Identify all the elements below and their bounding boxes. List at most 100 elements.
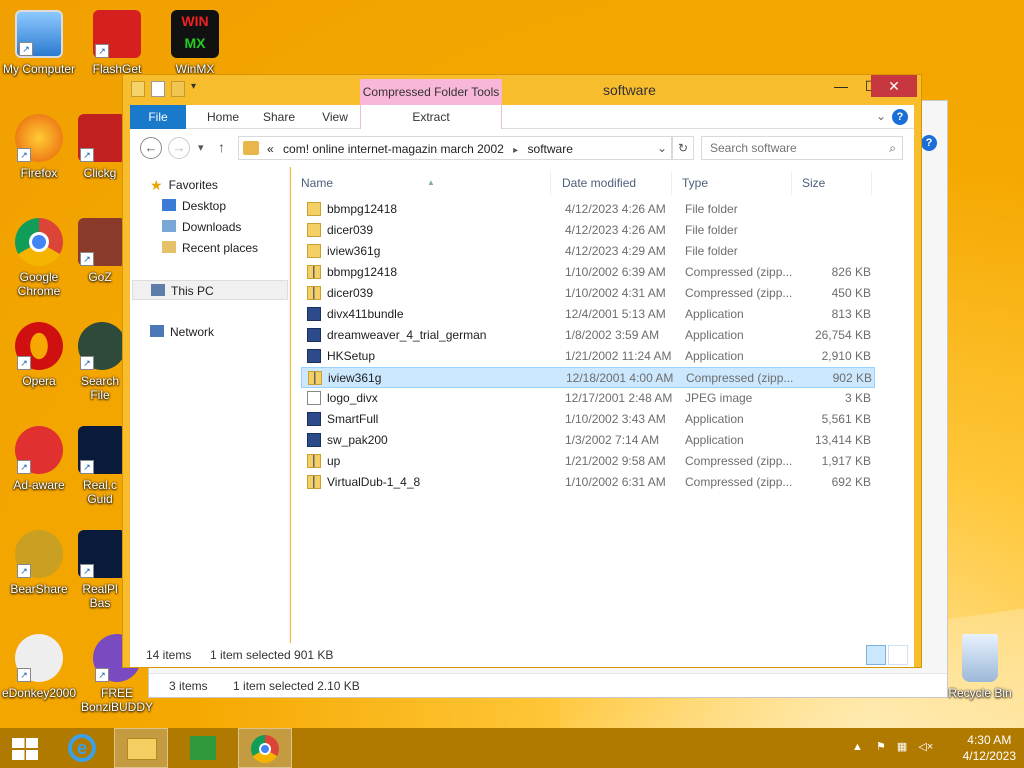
desktop-icon-label: Opera — [22, 374, 56, 388]
taskbar-internet-explorer[interactable]: e — [54, 728, 108, 768]
nav-label: Network — [170, 325, 215, 339]
tab-share[interactable]: Share — [252, 105, 306, 129]
table-row[interactable]: HKSetup 1/21/2002 11:24 AM Application 2,91… — [301, 346, 875, 367]
breadcrumb-current[interactable]: software — [528, 142, 573, 156]
file-name-cell: dreamweaver_4_trial_german — [327, 328, 487, 342]
expand-ribbon-icon[interactable]: ⌄ — [876, 109, 886, 123]
taskbar-chrome[interactable] — [238, 728, 292, 768]
address-bar[interactable]: « com! online internet-magazin march 200… — [238, 136, 672, 160]
table-row[interactable]: dicer039 4/12/2023 4:26 AM File folder — [301, 220, 875, 241]
search-icon[interactable]: ⌕ — [889, 141, 896, 156]
desktop-icon-search-file[interactable]: ↗ Search File — [78, 322, 122, 402]
file-list: Name ▲ Date modified Type Size bbmpg1241… — [291, 167, 914, 643]
table-row[interactable]: logo_divx 12/17/2001 2:48 AM JPEG image 3 K… — [301, 388, 875, 409]
table-row[interactable]: dicer039 1/10/2002 4:31 AM Compressed (zip… — [301, 283, 875, 304]
desktop-icon-winmx[interactable]: WIN MX WinMX — [156, 10, 234, 76]
nav-item-desktop[interactable]: Desktop — [162, 196, 226, 216]
desktop-icon-adaware[interactable]: ↗ Ad-aware — [0, 426, 78, 492]
nav-item-this-pc[interactable]: This PC — [132, 280, 288, 300]
back-button[interactable]: ← — [140, 137, 162, 159]
nav-item-downloads[interactable]: Downloads — [162, 217, 241, 237]
volume-icon[interactable]: ◁× — [918, 741, 933, 753]
desktop-icon — [162, 199, 176, 211]
table-row[interactable]: up 1/21/2002 9:58 AM Compressed (zipp... 1,… — [301, 451, 875, 472]
breadcrumb-parent[interactable]: com! online internet-magazin march 2002 — [283, 142, 504, 156]
desktop-icon-real-guide[interactable]: ↗ Real.c Guid — [78, 426, 122, 506]
search-input[interactable] — [702, 137, 872, 159]
type-cell: Compressed (zipp... — [685, 475, 793, 489]
properties-icon[interactable] — [151, 81, 165, 97]
action-center-icon[interactable]: ⚑ — [876, 741, 886, 753]
refresh-button[interactable]: ↻ — [672, 136, 694, 160]
desktop-icon-my-computer[interactable]: ↗ My Computer — [0, 10, 78, 76]
nav-item-network[interactable]: Network — [150, 322, 214, 342]
tab-extract[interactable]: Extract — [360, 105, 502, 129]
desktop-icon-chrome[interactable]: Google Chrome — [0, 218, 78, 298]
nav-item-recent-places[interactable]: Recent places — [162, 238, 258, 258]
desktop-icon-firefox[interactable]: ↗ Firefox — [0, 114, 78, 180]
address-dropdown-icon[interactable]: ⌄ — [657, 141, 667, 155]
folder-icon — [307, 223, 321, 237]
search-box[interactable]: ⌕ — [701, 136, 903, 160]
breadcrumb-separator-icon[interactable]: ▸ — [513, 145, 518, 156]
table-row[interactable]: sw_pak200 1/3/2002 7:14 AM Application 13,4… — [301, 430, 875, 451]
taskbar-store[interactable] — [176, 728, 230, 768]
title-bar[interactable]: ▾ Compressed Folder Tools software — ☐ ✕ — [123, 75, 921, 105]
compressed-folder-tools-tab[interactable]: Compressed Folder Tools — [360, 79, 502, 105]
column-header-type[interactable]: Type — [672, 171, 792, 195]
table-row[interactable]: SmartFull 1/10/2002 3:43 AM Application 5,5… — [301, 409, 875, 430]
up-button[interactable]: ↑ — [218, 139, 225, 155]
tab-view[interactable]: View — [308, 105, 362, 129]
nav-item-favorites[interactable]: ★ Favorites — [150, 175, 218, 195]
table-row[interactable]: VirtualDub-1_4_8 1/10/2002 6:31 AM Compres… — [301, 472, 875, 493]
computer-icon: ↗ — [15, 10, 63, 58]
minimize-button[interactable]: — — [826, 75, 856, 97]
desktop-icon-clickgamer[interactable]: ↗ Clickg — [78, 114, 122, 180]
size-cell: 813 KB — [831, 307, 871, 321]
explorer-window[interactable]: ▾ Compressed Folder Tools software — ☐ ✕… — [122, 74, 922, 668]
table-row[interactable]: bbmpg12418 1/10/2002 6:39 AM Compressed (z… — [301, 262, 875, 283]
new-folder-icon[interactable] — [171, 81, 185, 97]
desktop-icon-flashget[interactable]: ↗ FlashGet — [78, 10, 156, 76]
desktop-icon-recycle-bin[interactable]: Recycle Bin — [940, 634, 1020, 700]
help-icon[interactable]: ? — [921, 135, 937, 151]
clickgamer-icon: ↗ — [78, 114, 122, 162]
table-row[interactable]: bbmpg12418 4/12/2023 4:26 AM File folder — [301, 199, 875, 220]
shortcut-arrow-icon: ↗ — [17, 668, 31, 682]
shortcut-arrow-icon: ↗ — [95, 44, 109, 58]
table-row[interactable]: iview361g 12/18/2001 4:00 AM Compressed (z… — [301, 367, 875, 388]
start-button[interactable] — [0, 728, 54, 768]
customize-toolbar-icon[interactable]: ▾ — [191, 81, 201, 97]
windows-logo-icon — [12, 738, 38, 760]
shortcut-arrow-icon: ↗ — [80, 460, 94, 474]
size-cell: 692 KB — [831, 475, 871, 489]
desktop-icon-edonkey[interactable]: ↗ eDonkey2000 — [0, 634, 78, 700]
column-header-date[interactable]: Date modified — [552, 171, 672, 195]
tab-file[interactable]: File — [130, 105, 186, 129]
forward-button[interactable]: → — [168, 137, 190, 159]
large-icons-view-button[interactable] — [888, 645, 908, 665]
clock-time: 4:30 AM — [967, 733, 1012, 747]
help-icon[interactable]: ? — [892, 109, 908, 125]
tab-home[interactable]: Home — [196, 105, 250, 129]
recent-locations-dropdown-icon[interactable]: ▾ — [198, 141, 204, 154]
taskbar-file-explorer[interactable] — [114, 728, 168, 768]
details-view-button[interactable] — [866, 645, 886, 665]
table-row[interactable]: iview361g 4/12/2023 4:29 AM File folder — [301, 241, 875, 262]
network-tray-icon[interactable]: ▦ — [897, 741, 907, 753]
status-selected: 1 item selected 901 KB — [210, 648, 334, 662]
desktop-icon-realplayer[interactable]: ↗ RealPl Bas — [78, 530, 122, 610]
close-button[interactable]: ✕ — [871, 75, 917, 97]
column-header-name[interactable]: Name ▲ — [291, 171, 551, 195]
show-hidden-icons-icon[interactable]: ▲ — [852, 741, 863, 753]
firefox-icon: ↗ — [15, 114, 63, 162]
desktop-icon-gozilla[interactable]: ↗ GoZ — [78, 218, 122, 284]
desktop-icon-opera[interactable]: ↗ Opera — [0, 322, 78, 388]
shortcut-arrow-icon: ↗ — [80, 564, 94, 578]
address-overflow[interactable]: « — [267, 142, 274, 156]
clock[interactable]: 4:30 AM 4/12/2023 — [963, 732, 1016, 764]
table-row[interactable]: dreamweaver_4_trial_german 1/8/2002 3:59 … — [301, 325, 875, 346]
desktop-icon-bearshare[interactable]: ↗ BearShare — [0, 530, 78, 596]
table-row[interactable]: divx411bundle 12/4/2001 5:13 AM Applicatio… — [301, 304, 875, 325]
column-header-size[interactable]: Size — [792, 171, 872, 195]
